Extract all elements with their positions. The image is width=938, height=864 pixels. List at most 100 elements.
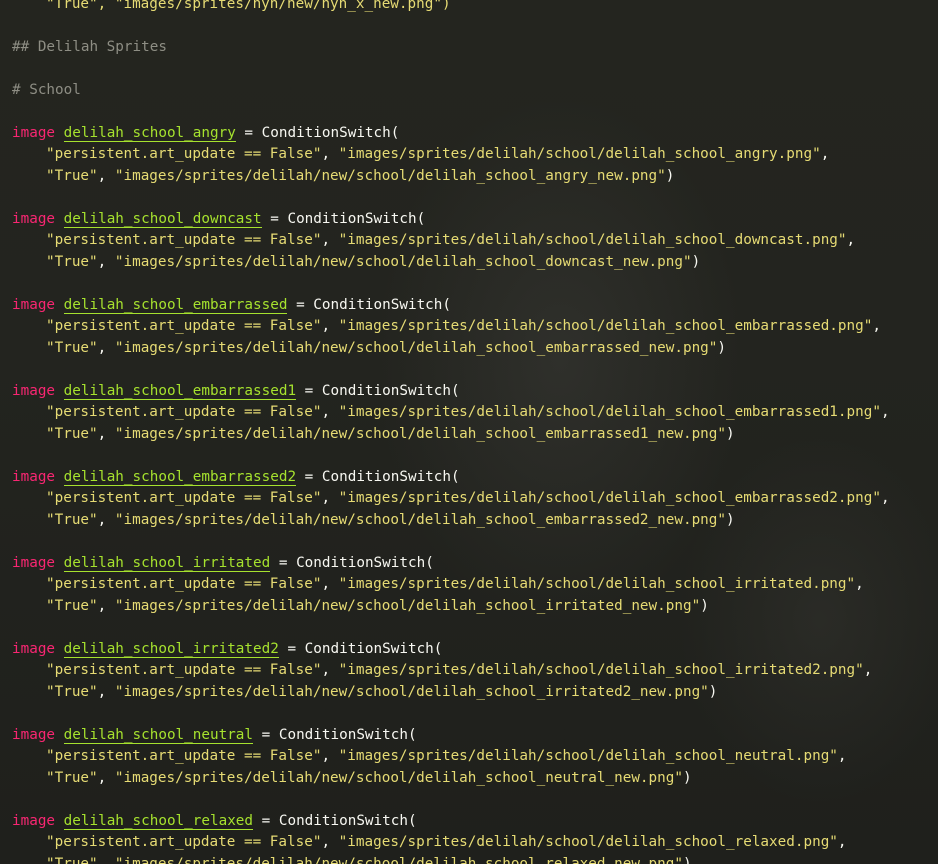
image-keyword: image (12, 210, 56, 227)
new-sprite-path: "images/sprites/delilah/new/school/delil… (114, 511, 727, 528)
open-paren: ( (451, 382, 460, 399)
open-paren: ( (416, 210, 426, 227)
image-name: delilah_school_embarrassed2 (63, 468, 297, 486)
image-keyword: image (12, 554, 56, 571)
comma: , (97, 425, 107, 442)
image-definition-line: image delilah_school_embarrassed1 = Cond… (12, 381, 460, 403)
subsection-heading-line: # School (12, 80, 81, 102)
condition-switch-call: ConditionSwitch (321, 468, 452, 485)
condition-line: "persistent.art_update == False", "image… (12, 832, 847, 854)
section-heading-comment: ## Delilah Sprites (12, 38, 167, 55)
condition-string: "True" (46, 167, 98, 184)
condition-string: "True" (46, 855, 98, 864)
open-paren: ( (433, 640, 443, 657)
condition-line: "True", "images/sprites/delilah/new/scho… (12, 166, 674, 188)
image-name: delilah_school_downcast (63, 210, 262, 228)
condition-switch-call: ConditionSwitch (313, 296, 443, 313)
image-definition-line: image delilah_school_embarrassed2 = Cond… (12, 467, 460, 489)
condition-string: "persistent.art_update == False" (46, 232, 322, 248)
comma: , (97, 769, 107, 786)
condition-line: "persistent.art_update == False", "image… (12, 488, 890, 510)
condition-string: "persistent.art_update == False" (46, 748, 322, 764)
comma: , (880, 404, 890, 420)
image-keyword: image (12, 468, 56, 485)
assign-operator: = (244, 124, 254, 141)
condition-line: "persistent.art_update == False", "image… (12, 660, 872, 682)
open-paren: ( (451, 468, 460, 485)
image-keyword: image (12, 382, 56, 399)
image-definition-line: image delilah_school_irritated = Conditi… (12, 553, 434, 575)
image-keyword: image (12, 296, 56, 313)
condition-line: "True", "images/sprites/delilah/new/scho… (12, 682, 717, 704)
condition-line: "persistent.art_update == False", "image… (12, 230, 855, 252)
close-paren: ) (726, 425, 735, 442)
comma: , (97, 597, 107, 614)
image-name: delilah_school_angry (63, 124, 236, 142)
comma: , (97, 683, 107, 700)
image-name: delilah_school_irritated2 (63, 640, 279, 658)
condition-switch-call: ConditionSwitch (296, 554, 426, 571)
comma: , (321, 748, 331, 764)
image-name: delilah_school_embarrassed1 (63, 382, 297, 400)
open-paren: ( (407, 812, 417, 829)
comma: , (321, 834, 331, 850)
assign-operator: = (261, 726, 271, 743)
old-sprite-path: "images/sprites/delilah/school/delilah_s… (338, 490, 881, 506)
new-sprite-path: "images/sprites/delilah/new/school/delil… (114, 683, 709, 700)
image-name: delilah_school_irritated (63, 554, 271, 572)
new-sprite-path: "images/sprites/delilah/new/school/delil… (114, 425, 727, 442)
condition-switch-call: ConditionSwitch (321, 382, 452, 399)
code-editor[interactable]: "True", "images/sprites/nyn/new/nyn_x_ne… (0, 0, 938, 864)
image-definition-line: image delilah_school_irritated2 = Condit… (12, 639, 442, 661)
comma: , (872, 318, 881, 334)
condition-switch-call: ConditionSwitch (287, 210, 417, 227)
condition-string: "True" (46, 769, 98, 786)
comma: , (97, 511, 107, 528)
image-keyword: image (12, 726, 56, 743)
image-keyword: image (12, 812, 56, 829)
subsection-heading-comment: # School (12, 81, 81, 98)
close-paren: ) (691, 253, 701, 270)
condition-string: "persistent.art_update == False" (46, 662, 322, 678)
image-keyword: image (12, 640, 56, 657)
condition-switch-call: ConditionSwitch (261, 124, 391, 141)
image-definition-line: image delilah_school_relaxed = Condition… (12, 811, 417, 833)
condition-line: "True", "images/sprites/delilah/new/scho… (12, 510, 735, 532)
assign-operator: = (304, 382, 314, 399)
open-paren: ( (442, 296, 452, 313)
comma: , (837, 834, 847, 850)
comma: , (855, 576, 864, 592)
image-name: delilah_school_embarrassed (63, 296, 288, 314)
comma: , (863, 662, 873, 678)
condition-line: "persistent.art_update == False", "image… (12, 746, 847, 768)
old-sprite-path: "images/sprites/delilah/school/delilah_s… (338, 748, 838, 764)
condition-line: "persistent.art_update == False", "image… (12, 574, 864, 596)
condition-string: "persistent.art_update == False" (46, 146, 322, 162)
open-paren: ( (407, 726, 417, 743)
close-paren: ) (682, 769, 692, 786)
image-keyword: image (12, 124, 56, 141)
code-line-top: "True", "images/sprites/nyn/new/nyn_x_ne… (12, 0, 451, 15)
image-name: delilah_school_neutral (63, 726, 254, 744)
assign-operator: = (270, 210, 279, 227)
new-sprite-path: "images/sprites/delilah/new/school/delil… (114, 769, 683, 786)
condition-line: "True", "images/sprites/delilah/new/scho… (12, 424, 735, 446)
old-sprite-path: "images/sprites/delilah/school/delilah_s… (338, 834, 838, 850)
comma: , (321, 662, 331, 678)
condition-string: "True" (46, 339, 98, 356)
old-sprite-path: "images/sprites/delilah/school/delilah_s… (338, 662, 864, 678)
close-paren: ) (717, 339, 727, 356)
assign-operator: = (278, 554, 288, 571)
assign-operator: = (304, 468, 314, 485)
comma: , (97, 855, 107, 864)
condition-line: "True", "images/sprites/delilah/new/scho… (12, 596, 709, 618)
old-sprite-path: "images/sprites/delilah/school/delilah_s… (338, 232, 847, 248)
condition-switch-call: ConditionSwitch (304, 640, 434, 657)
comma: , (321, 576, 331, 592)
new-sprite-path: "images/sprites/delilah/new/school/delil… (114, 253, 692, 270)
comma: , (880, 490, 890, 506)
new-sprite-path: "images/sprites/delilah/new/school/delil… (114, 597, 701, 614)
condition-switch-call: ConditionSwitch (278, 812, 408, 829)
image-definition-line: image delilah_school_angry = ConditionSw… (12, 123, 399, 145)
condition-string: "persistent.art_update == False" (46, 834, 322, 850)
